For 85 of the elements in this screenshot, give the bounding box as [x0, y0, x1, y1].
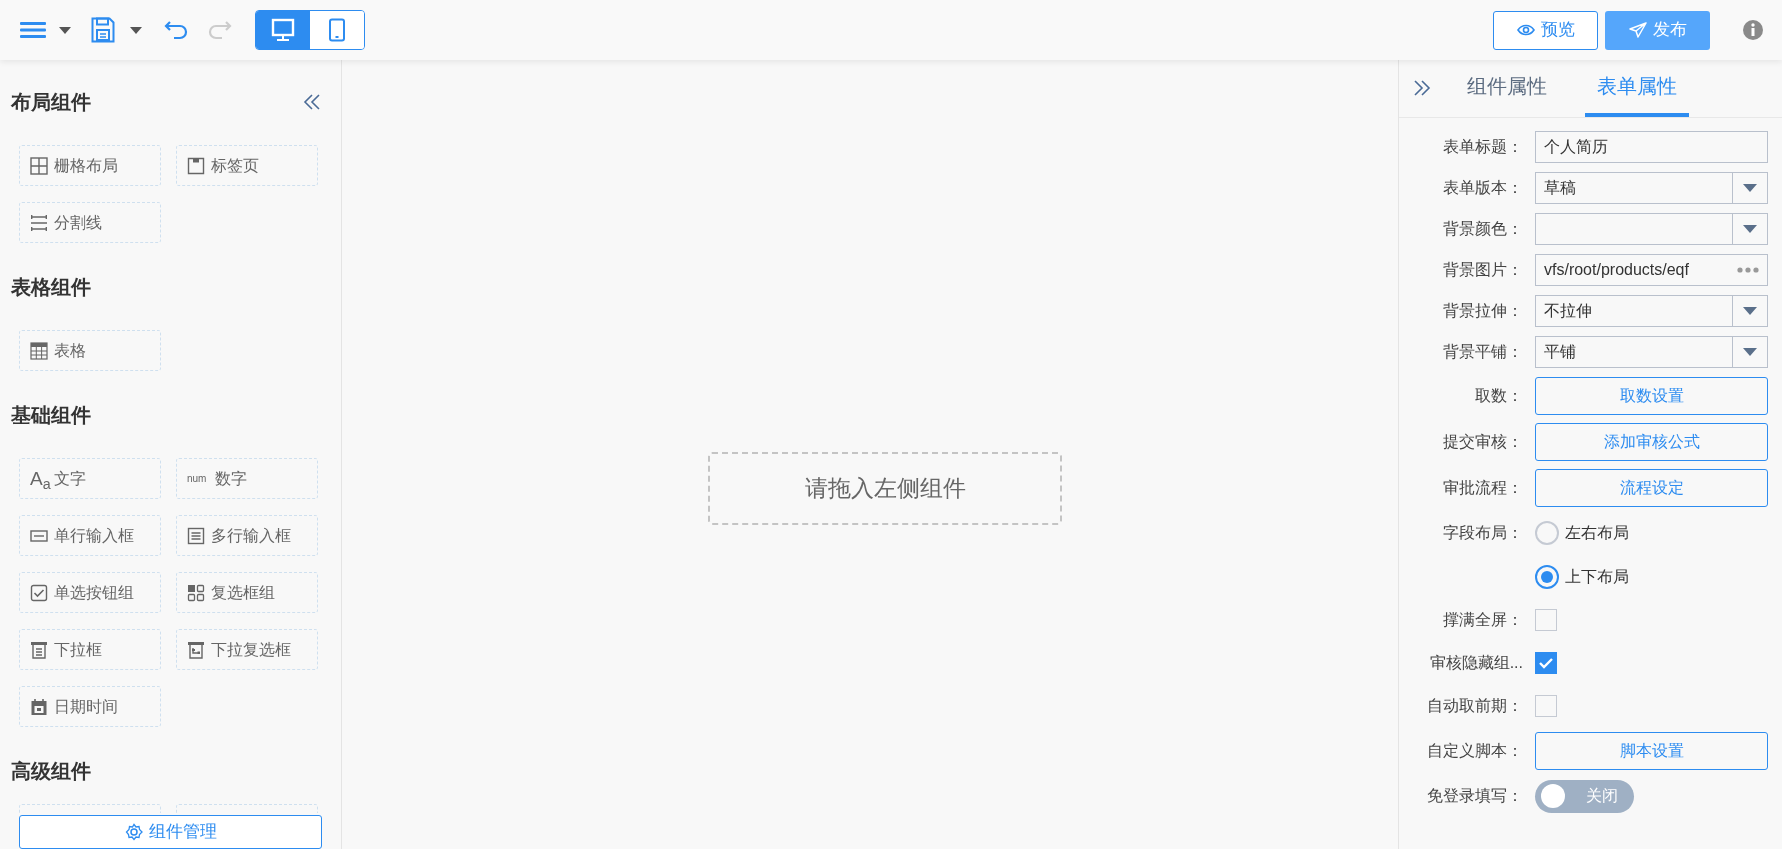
action-button[interactable]: 取数设置 — [1535, 377, 1768, 415]
field-label: 取数： — [1474, 386, 1524, 406]
radio-button[interactable] — [1535, 565, 1559, 589]
caret-icon[interactable] — [59, 26, 71, 34]
multiselect-icon — [187, 640, 205, 659]
field-label: 背景颜色： — [1442, 219, 1524, 239]
caret-icon — [1743, 307, 1757, 315]
divider-icon — [30, 213, 48, 232]
checkbox[interactable] — [1535, 609, 1557, 631]
field-label: 自定义脚本： — [1426, 741, 1524, 761]
tab[interactable]: 表单属性 — [1585, 59, 1689, 117]
component-tile[interactable]: 日期时间 — [19, 686, 161, 727]
checkbox[interactable] — [1535, 695, 1557, 717]
field-label: 自动取前期： — [1426, 696, 1524, 716]
field-label: 撑满全屏： — [1442, 610, 1524, 630]
tab[interactable]: 组件属性 — [1455, 59, 1559, 117]
component-tile[interactable]: 下拉框 — [19, 629, 161, 670]
radio-button[interactable] — [1535, 521, 1559, 545]
textarea-icon — [187, 526, 205, 545]
caret-icon — [1743, 184, 1757, 192]
caret-icon — [1743, 348, 1757, 356]
checkbox[interactable] — [1535, 652, 1557, 674]
monitor-icon — [271, 18, 295, 42]
number-icon: num — [187, 471, 209, 486]
checkbox-icon — [187, 583, 205, 602]
manage-components-button[interactable]: 组件管理 — [19, 815, 322, 849]
action-button[interactable]: 脚本设置 — [1535, 732, 1768, 770]
component-tile[interactable]: 复选框组 — [176, 572, 318, 613]
component-tile[interactable]: 单行输入框 — [19, 515, 161, 556]
info-icon[interactable] — [1742, 19, 1764, 41]
component-tile[interactable]: 下拉复选框 — [176, 629, 318, 670]
double-chevron-right-icon[interactable] — [1413, 80, 1431, 96]
undo-icon[interactable] — [164, 19, 188, 41]
field-label: 免登录填写： — [1426, 786, 1524, 806]
preview-button[interactable]: 预览 — [1493, 10, 1598, 50]
path-field[interactable]: vfs/root/products/eqf — [1535, 254, 1768, 286]
gear-icon — [124, 823, 143, 841]
desktop-toggle[interactable] — [256, 11, 310, 49]
action-button[interactable]: 添加审核公式 — [1535, 423, 1768, 461]
drop-zone: 请拖入左侧组件 — [708, 452, 1062, 525]
component-tile[interactable]: 标签页 — [176, 145, 318, 186]
component-tile[interactable]: 表格 — [19, 330, 161, 371]
more-icon[interactable] — [1737, 267, 1759, 273]
component-tile[interactable]: A$_{a}$ 文字 — [19, 458, 161, 499]
field-label: 表单标题： — [1442, 137, 1524, 157]
component-tile[interactable]: 多行输入框 — [176, 515, 318, 556]
datetime-icon — [30, 697, 48, 716]
double-chevron-left-icon[interactable] — [303, 94, 321, 110]
component-tile[interactable]: 栅格布局 — [19, 145, 161, 186]
dropdown[interactable]: 草稿 — [1535, 172, 1768, 204]
select-icon — [30, 640, 48, 659]
action-button[interactable]: 流程设定 — [1535, 469, 1768, 507]
save-icon[interactable] — [91, 17, 115, 43]
caret-icon — [1743, 225, 1757, 233]
field-label: 审批流程： — [1442, 478, 1524, 498]
dropdown[interactable]: 平铺 — [1535, 336, 1768, 368]
dropdown[interactable] — [1535, 213, 1768, 245]
radio-label[interactable]: 上下布局 — [1565, 565, 1629, 589]
mobile-toggle[interactable] — [310, 11, 364, 49]
field-label: 背景平铺： — [1442, 342, 1524, 362]
eye-icon — [1516, 24, 1535, 36]
dropdown[interactable]: 不拉伸 — [1535, 295, 1768, 327]
field-label: 审核隐藏组... — [1428, 653, 1524, 673]
check-icon — [1538, 657, 1554, 669]
table-icon — [30, 341, 48, 360]
radio-label[interactable]: 左右布局 — [1565, 521, 1629, 545]
component-tile[interactable]: 单选按钮组 — [19, 572, 161, 613]
section-heading: 表格组件 — [11, 275, 91, 300]
field-label: 背景图片： — [1442, 260, 1524, 280]
menu-icon[interactable] — [20, 21, 46, 39]
field-label: 表单版本： — [1442, 178, 1524, 198]
field-label: 提交审核： — [1442, 432, 1524, 452]
grid-icon — [30, 156, 48, 175]
field-label: 字段布局： — [1442, 523, 1524, 543]
caret-icon[interactable] — [130, 26, 142, 34]
field-label: 背景拉伸： — [1442, 301, 1524, 321]
section-heading: 高级组件 — [11, 759, 91, 784]
tab-icon — [187, 156, 205, 175]
section-heading: 基础组件 — [11, 403, 91, 428]
paper-plane-icon — [1628, 22, 1647, 38]
section-heading: 布局组件 — [11, 90, 91, 115]
radio-icon — [30, 583, 48, 602]
component-tile[interactable]: num 数字 — [176, 458, 318, 499]
text-field[interactable]: 个人简历 — [1535, 131, 1768, 163]
component-tile[interactable]: 分割线 — [19, 202, 161, 243]
